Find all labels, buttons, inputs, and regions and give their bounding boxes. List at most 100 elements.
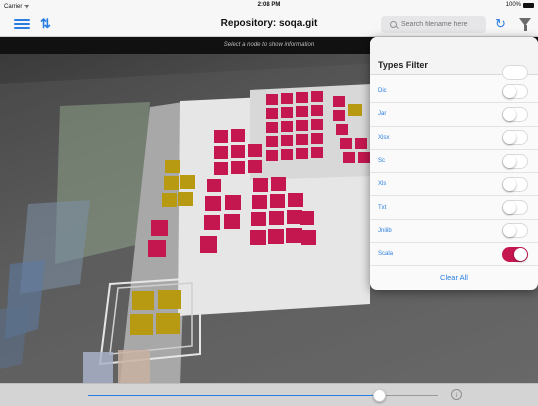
popover-header: Types Filter (370, 37, 538, 80)
toggle-partial[interactable] (502, 65, 528, 80)
scala-block (266, 136, 278, 147)
filter-toggle-jnilib[interactable] (502, 223, 528, 239)
filter-label: Jnilib (378, 227, 392, 234)
info-icon[interactable]: i (451, 389, 462, 400)
scala-block (355, 138, 367, 149)
filter-toggle-xlsx[interactable] (502, 130, 528, 146)
scala-block (296, 120, 308, 131)
other-block (162, 193, 177, 207)
filter-toggle-dic[interactable] (502, 83, 528, 99)
scala-block (231, 129, 245, 142)
status-bar: Carrier ᯤ 2:08 PM 100% (0, 0, 538, 12)
scala-block (281, 135, 293, 146)
filter-icon[interactable] (519, 18, 531, 31)
battery-icon (523, 2, 534, 8)
scala-block (251, 212, 266, 226)
scala-block (248, 144, 262, 157)
filter-row-txt: Txt (370, 196, 538, 220)
other-block (164, 176, 179, 190)
scala-block (151, 220, 168, 236)
scala-block (333, 96, 345, 107)
toggle-knob (503, 107, 516, 121)
filter-toggle-jar[interactable] (502, 106, 528, 122)
other-block (158, 290, 181, 309)
slider-thumb[interactable] (372, 389, 386, 402)
scala-block (225, 195, 241, 210)
other-block (180, 175, 195, 189)
clock: 2:08 PM (257, 2, 281, 8)
scala-block (311, 119, 323, 130)
other-block (348, 104, 362, 116)
toggle-knob (503, 177, 516, 191)
scala-block (311, 91, 323, 102)
scala-block (252, 195, 267, 209)
scala-block (301, 230, 316, 245)
zoom-slider[interactable] (88, 389, 438, 402)
scala-block (266, 150, 278, 161)
clear-all-button[interactable]: Clear All (370, 273, 538, 282)
filter-toggle-xls[interactable] (502, 176, 528, 192)
scala-block (311, 133, 323, 144)
menu-icon[interactable] (14, 17, 30, 31)
toggle-knob (503, 154, 516, 168)
filter-label: Sc (378, 158, 386, 165)
search-input[interactable] (401, 21, 485, 28)
filter-toggle-scala[interactable] (502, 246, 528, 262)
scala-block (358, 152, 370, 163)
scala-block (296, 134, 308, 145)
filter-row-dic: Dic (370, 80, 538, 104)
scala-block (266, 122, 278, 133)
scala-block (269, 211, 284, 225)
scala-block (271, 177, 286, 191)
scala-block (296, 92, 308, 103)
scala-block (300, 211, 314, 225)
bottom-toolbar: i (0, 383, 538, 406)
types-filter-popover: Types Filter Dic Jar Xlsx Sc Xls Txt Jnilib Sca… (370, 37, 538, 290)
scala-block (281, 93, 293, 104)
scala-block (336, 124, 348, 135)
sync-icon[interactable]: ⇅ (40, 17, 56, 31)
scala-block (281, 121, 293, 132)
scala-block (200, 236, 217, 253)
toggle-knob (503, 131, 516, 145)
scala-block (207, 179, 221, 192)
scala-block (253, 178, 268, 192)
scala-block (311, 105, 323, 116)
scala-block (333, 110, 345, 121)
toggle-knob (503, 84, 516, 98)
scala-block (214, 130, 228, 143)
refresh-icon[interactable]: ↻ (495, 17, 511, 31)
app-screen: Carrier ᯤ 2:08 PM 100% ⇅ Repository: soq… (0, 0, 538, 406)
filter-row-jar: Jar (370, 103, 538, 127)
other-block (130, 314, 153, 335)
filter-toggle-sc[interactable] (502, 153, 528, 169)
filter-toggle-txt[interactable] (502, 200, 528, 216)
filter-label: Txt (378, 204, 387, 211)
navigation-bar: ⇅ Repository: soqa.git ↻ (0, 12, 538, 37)
filter-label: Dic (378, 88, 387, 95)
slider-fill (88, 395, 379, 396)
other-block (178, 192, 193, 206)
battery-percent: 100% (505, 2, 521, 8)
scala-block (214, 146, 228, 159)
scala-block (231, 145, 245, 158)
scala-block (296, 148, 308, 159)
search-box[interactable] (381, 16, 486, 33)
filter-row-xls: Xls (370, 173, 538, 197)
scala-block (148, 240, 166, 257)
filter-label: Jar (378, 111, 387, 118)
toggle-knob (514, 247, 527, 261)
scala-block (286, 228, 302, 243)
scala-block (266, 94, 278, 105)
scala-block (311, 147, 323, 158)
filter-list: Dic Jar Xlsx Sc Xls Txt Jnilib Scala (370, 80, 538, 267)
scala-block (214, 162, 228, 175)
toggle-knob (503, 201, 516, 215)
faded-block (118, 350, 150, 383)
filter-row-jnilib: Jnilib (370, 220, 538, 244)
scala-block (270, 194, 285, 208)
toggle-knob (503, 224, 516, 238)
filter-label: Scala (378, 251, 394, 258)
scala-block (224, 214, 240, 229)
scala-block (340, 138, 352, 149)
